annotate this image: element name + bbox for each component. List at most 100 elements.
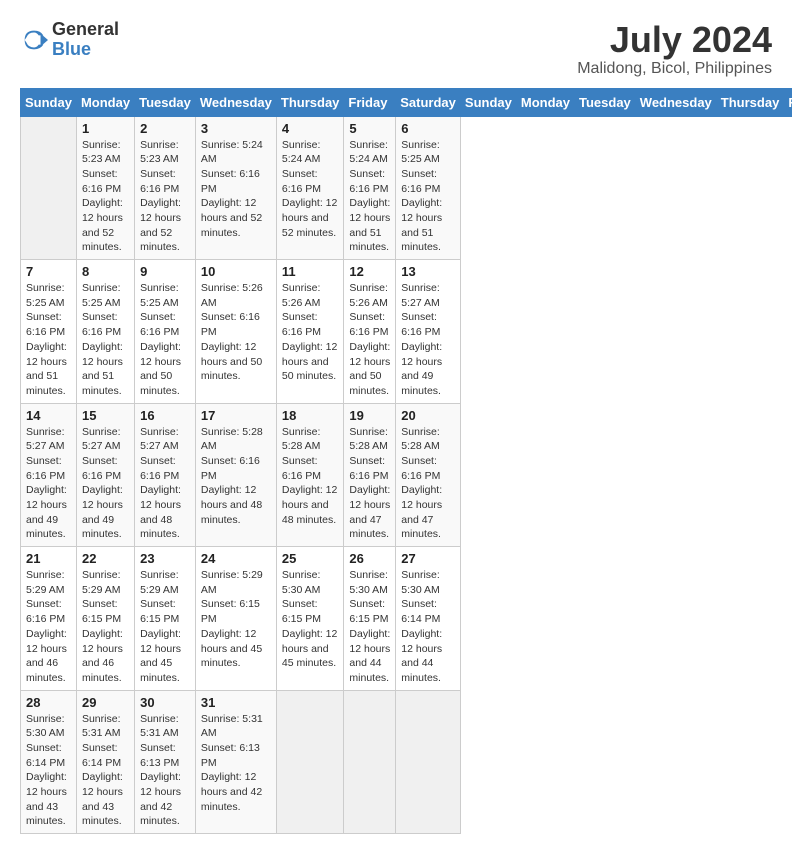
- day-number: 16: [140, 408, 190, 423]
- day-number: 20: [401, 408, 455, 423]
- day-number: 7: [26, 264, 71, 279]
- month-year: July 2024: [577, 20, 772, 60]
- day-info: Sunrise: 5:29 AMSunset: 6:15 PMDaylight:…: [82, 568, 129, 686]
- calendar-cell: 16 Sunrise: 5:27 AMSunset: 6:16 PMDayligh…: [135, 403, 196, 547]
- header-day-wednesday: Wednesday: [635, 88, 716, 116]
- day-number: 17: [201, 408, 271, 423]
- calendar-cell: 22 Sunrise: 5:29 AMSunset: 6:15 PMDayligh…: [76, 547, 134, 691]
- logo: General Blue: [20, 20, 119, 60]
- day-info: Sunrise: 5:30 AMSunset: 6:15 PMDaylight:…: [282, 568, 339, 671]
- day-info: Sunrise: 5:26 AMSunset: 6:16 PMDaylight:…: [349, 281, 390, 399]
- header-day-thursday: Thursday: [716, 88, 784, 116]
- day-info: Sunrise: 5:29 AMSunset: 6:15 PMDaylight:…: [140, 568, 190, 686]
- calendar-week-row: 14Sunrise: 5:27 AMSunset: 6:16 PMDayligh…: [21, 403, 792, 547]
- location: Malidong, Bicol, Philippines: [577, 60, 772, 78]
- day-number: 27: [401, 551, 455, 566]
- header-day-tuesday: Tuesday: [575, 88, 636, 116]
- calendar-week-row: 21 Sunrise: 5:29 AMSunset: 6:16 PMDayligh…: [21, 547, 792, 691]
- day-info: Sunrise: 5:24 AMSunset: 6:16 PMDaylight:…: [349, 138, 390, 256]
- calendar-cell: [276, 690, 344, 834]
- calendar-cell: 26Sunrise: 5:30 AMSunset: 6:15 PMDayligh…: [344, 547, 396, 691]
- calendar-cell: 11 Sunrise: 5:26 AMSunset: 6:16 PMDayligh…: [276, 260, 344, 404]
- calendar-cell: 17 Sunrise: 5:28 AMSunset: 6:16 PMDayligh…: [195, 403, 276, 547]
- header-day-sunday: Sunday: [460, 88, 516, 116]
- calendar-cell: 18Sunrise: 5:28 AMSunset: 6:16 PMDayligh…: [276, 403, 344, 547]
- calendar-cell: 13Sunrise: 5:27 AMSunset: 6:16 PMDayligh…: [396, 260, 461, 404]
- day-number: 24: [201, 551, 271, 566]
- day-number: 15: [82, 408, 129, 423]
- day-number: 26: [349, 551, 390, 566]
- calendar-cell: 27Sunrise: 5:30 AMSunset: 6:14 PMDayligh…: [396, 547, 461, 691]
- day-info: Sunrise: 5:27 AMSunset: 6:16 PMDaylight:…: [140, 425, 190, 543]
- day-info: Sunrise: 5:26 AMSunset: 6:16 PMDaylight:…: [282, 281, 339, 384]
- calendar-cell: 1Sunrise: 5:23 AMSunset: 6:16 PMDaylight…: [76, 116, 134, 260]
- calendar-cell: 12 Sunrise: 5:26 AMSunset: 6:16 PMDayligh…: [344, 260, 396, 404]
- calendar-cell: 9 Sunrise: 5:25 AMSunset: 6:16 PMDaylight…: [135, 260, 196, 404]
- header-day-friday: Friday: [784, 88, 792, 116]
- page-header: General Blue July 2024 Malidong, Bicol, …: [20, 20, 772, 78]
- calendar-cell: 10 Sunrise: 5:26 AMSunset: 6:16 PMDayligh…: [195, 260, 276, 404]
- day-number: 11: [282, 264, 339, 279]
- day-number: 25: [282, 551, 339, 566]
- day-number: 13: [401, 264, 455, 279]
- calendar-cell: [344, 690, 396, 834]
- day-info: Sunrise: 5:31 AMSunset: 6:13 PMDaylight:…: [201, 712, 271, 815]
- calendar-header-row: SundayMondayTuesdayWednesdayThursdayFrid…: [21, 88, 792, 116]
- calendar-week-row: 28Sunrise: 5:30 AMSunset: 6:14 PMDayligh…: [21, 690, 792, 834]
- day-info: Sunrise: 5:28 AMSunset: 6:16 PMDaylight:…: [282, 425, 339, 528]
- day-info: Sunrise: 5:27 AMSunset: 6:16 PMDaylight:…: [82, 425, 129, 543]
- header-tuesday: Tuesday: [135, 88, 196, 116]
- calendar-cell: 5 Sunrise: 5:24 AMSunset: 6:16 PMDaylight…: [344, 116, 396, 260]
- calendar-cell: 20Sunrise: 5:28 AMSunset: 6:16 PMDayligh…: [396, 403, 461, 547]
- day-number: 21: [26, 551, 71, 566]
- calendar-cell: 21 Sunrise: 5:29 AMSunset: 6:16 PMDayligh…: [21, 547, 77, 691]
- day-info: Sunrise: 5:26 AMSunset: 6:16 PMDaylight:…: [201, 281, 271, 384]
- calendar-cell: 25 Sunrise: 5:30 AMSunset: 6:15 PMDayligh…: [276, 547, 344, 691]
- calendar-cell: 30Sunrise: 5:31 AMSunset: 6:13 PMDayligh…: [135, 690, 196, 834]
- calendar-cell: 31Sunrise: 5:31 AMSunset: 6:13 PMDayligh…: [195, 690, 276, 834]
- title-block: July 2024 Malidong, Bicol, Philippines: [577, 20, 772, 78]
- calendar-cell: 29Sunrise: 5:31 AMSunset: 6:14 PMDayligh…: [76, 690, 134, 834]
- day-info: Sunrise: 5:29 AMSunset: 6:16 PMDaylight:…: [26, 568, 71, 686]
- header-sunday: Sunday: [21, 88, 77, 116]
- day-number: 9: [140, 264, 190, 279]
- calendar-cell: 3 Sunrise: 5:24 AMSunset: 6:16 PMDaylight…: [195, 116, 276, 260]
- header-thursday: Thursday: [276, 88, 344, 116]
- day-info: Sunrise: 5:24 AMSunset: 6:16 PMDaylight:…: [201, 138, 271, 241]
- calendar-cell: [396, 690, 461, 834]
- calendar-cell: 14Sunrise: 5:27 AMSunset: 6:16 PMDayligh…: [21, 403, 77, 547]
- calendar-cell: 2 Sunrise: 5:23 AMSunset: 6:16 PMDaylight…: [135, 116, 196, 260]
- day-number: 22: [82, 551, 129, 566]
- day-info: Sunrise: 5:23 AMSunset: 6:16 PMDaylight:…: [82, 138, 129, 256]
- calendar-cell: [21, 116, 77, 260]
- day-info: Sunrise: 5:30 AMSunset: 6:14 PMDaylight:…: [26, 712, 71, 830]
- day-number: 2: [140, 121, 190, 136]
- day-number: 5: [349, 121, 390, 136]
- day-info: Sunrise: 5:25 AMSunset: 6:16 PMDaylight:…: [140, 281, 190, 399]
- day-info: Sunrise: 5:28 AMSunset: 6:16 PMDaylight:…: [201, 425, 271, 528]
- day-info: Sunrise: 5:25 AMSunset: 6:16 PMDaylight:…: [82, 281, 129, 399]
- day-info: Sunrise: 5:31 AMSunset: 6:14 PMDaylight:…: [82, 712, 129, 830]
- day-number: 12: [349, 264, 390, 279]
- day-info: Sunrise: 5:24 AMSunset: 6:16 PMDaylight:…: [282, 138, 339, 241]
- header-monday: Monday: [76, 88, 134, 116]
- calendar-cell: 23Sunrise: 5:29 AMSunset: 6:15 PMDayligh…: [135, 547, 196, 691]
- day-info: Sunrise: 5:28 AMSunset: 6:16 PMDaylight:…: [349, 425, 390, 543]
- day-number: 19: [349, 408, 390, 423]
- logo-blue: Blue: [52, 39, 91, 59]
- day-number: 8: [82, 264, 129, 279]
- calendar-cell: 24Sunrise: 5:29 AMSunset: 6:15 PMDayligh…: [195, 547, 276, 691]
- calendar-cell: 4Sunrise: 5:24 AMSunset: 6:16 PMDaylight…: [276, 116, 344, 260]
- logo-text: General Blue: [52, 20, 119, 60]
- day-number: 3: [201, 121, 271, 136]
- header-saturday: Saturday: [396, 88, 461, 116]
- calendar-cell: 6Sunrise: 5:25 AMSunset: 6:16 PMDaylight…: [396, 116, 461, 260]
- calendar-week-row: 7 Sunrise: 5:25 AMSunset: 6:16 PMDaylight…: [21, 260, 792, 404]
- day-info: Sunrise: 5:23 AMSunset: 6:16 PMDaylight:…: [140, 138, 190, 256]
- calendar-cell: 28Sunrise: 5:30 AMSunset: 6:14 PMDayligh…: [21, 690, 77, 834]
- day-number: 10: [201, 264, 271, 279]
- header-wednesday: Wednesday: [195, 88, 276, 116]
- calendar-cell: 15 Sunrise: 5:27 AMSunset: 6:16 PMDayligh…: [76, 403, 134, 547]
- calendar-cell: 8 Sunrise: 5:25 AMSunset: 6:16 PMDaylight…: [76, 260, 134, 404]
- calendar-cell: 19 Sunrise: 5:28 AMSunset: 6:16 PMDayligh…: [344, 403, 396, 547]
